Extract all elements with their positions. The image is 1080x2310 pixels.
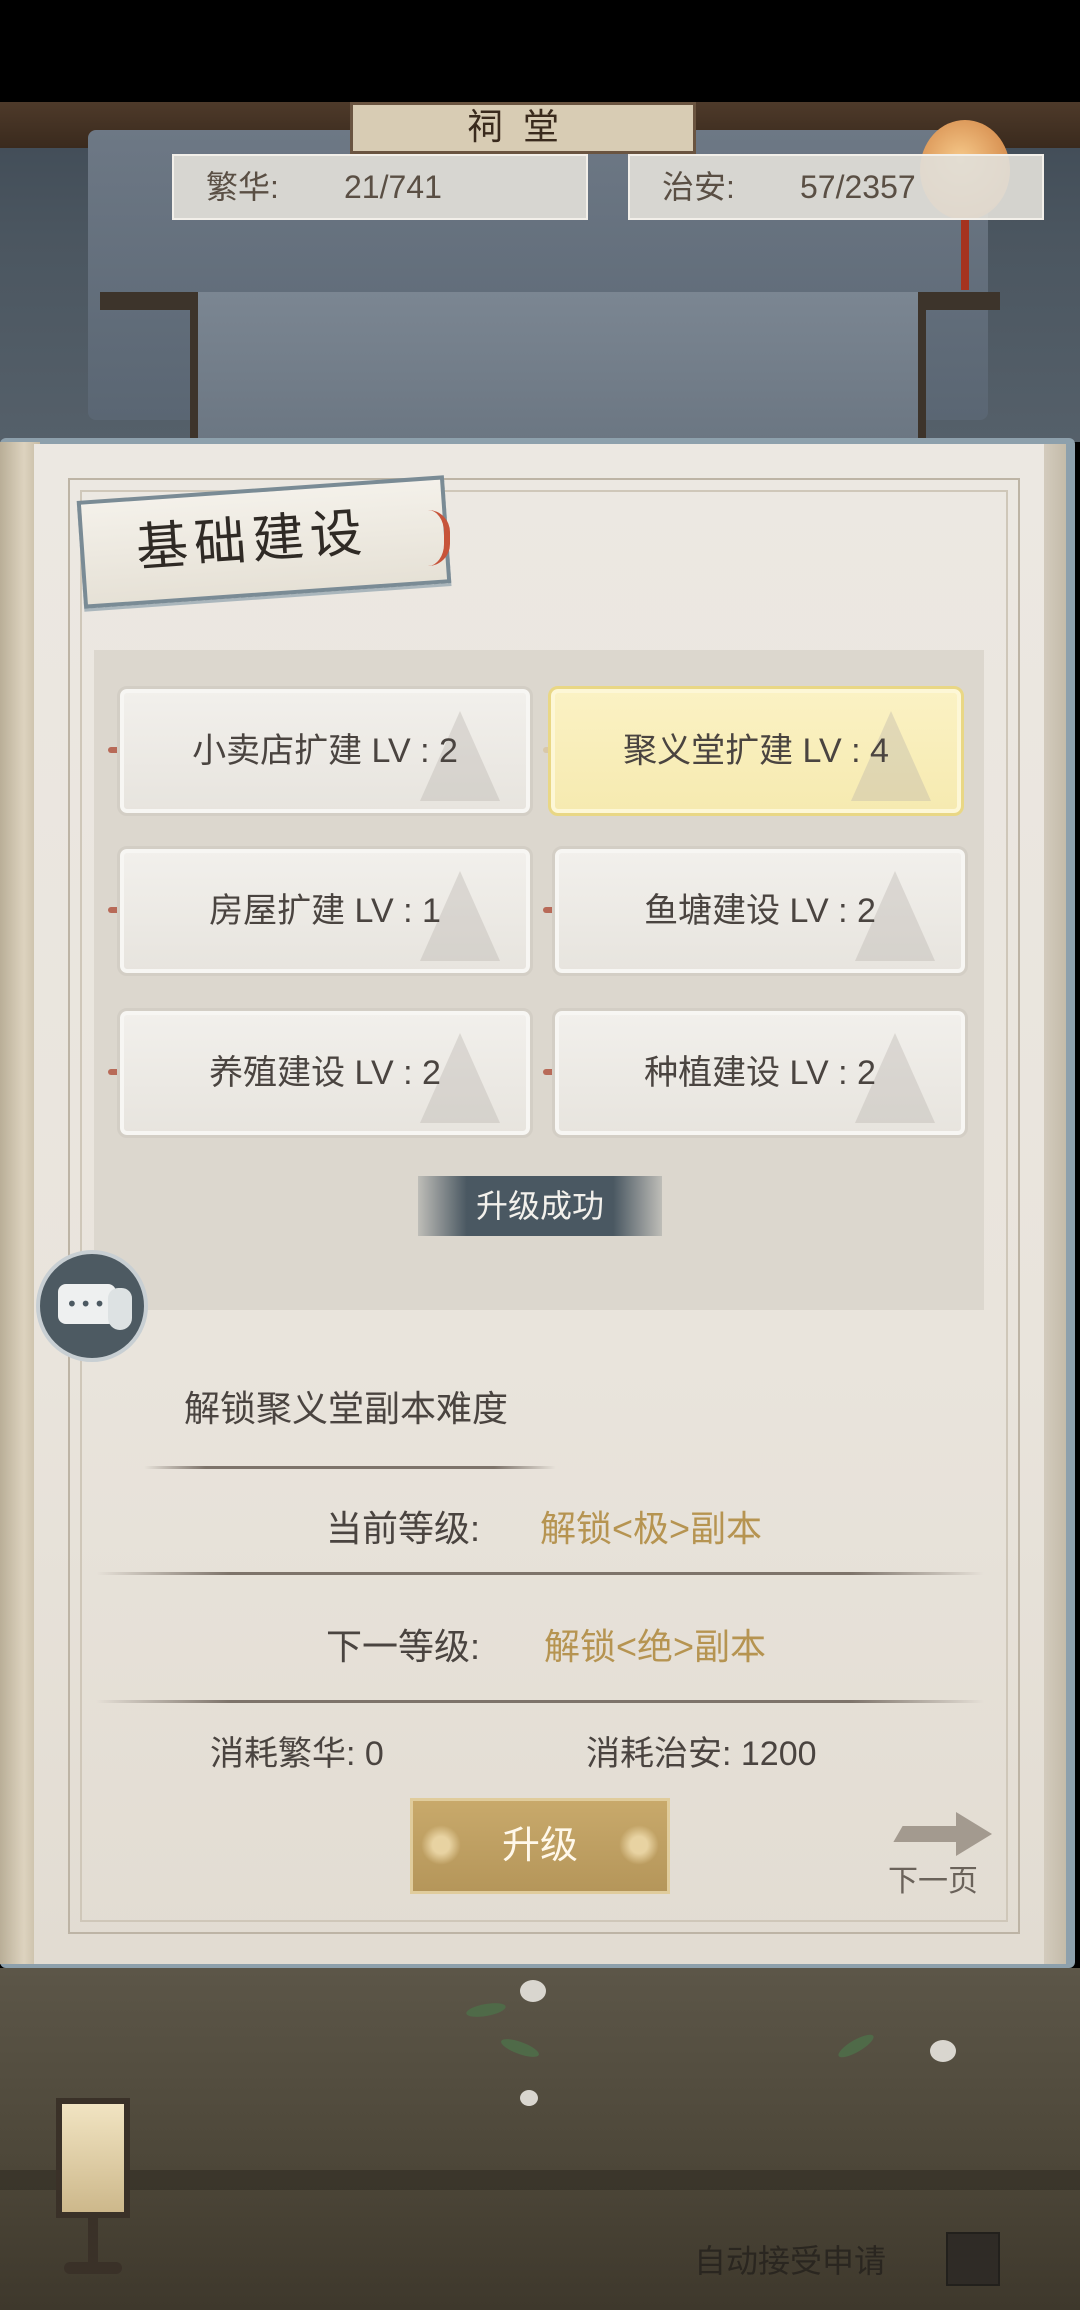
status-bar-area xyxy=(0,0,1080,102)
lantern-tassel xyxy=(961,220,969,290)
detail-title: 解锁聚义堂副本难度 xyxy=(184,1388,509,1429)
building-tile-fishpond[interactable]: 鱼塘建设 LV : 2 xyxy=(552,846,968,976)
security-value: 57/2357 xyxy=(800,169,916,205)
next-page-label: 下一页 xyxy=(888,1865,978,1898)
divider xyxy=(96,1572,984,1575)
cost-security: 消耗治安: 1200 xyxy=(586,1735,817,1773)
hall-curtain xyxy=(190,292,926,442)
page-edge xyxy=(1044,444,1066,1964)
building-label: 养殖建设 LV : 2 xyxy=(209,1054,441,1092)
upgrade-success-toast: 升级成功 xyxy=(418,1176,662,1236)
lamp-pole xyxy=(88,2218,98,2266)
upgrade-label: 升级 xyxy=(501,1825,578,1867)
next-page-button[interactable]: 下一页 xyxy=(888,1812,998,1898)
lamp-icon xyxy=(56,2098,130,2218)
flower-icon xyxy=(619,1825,659,1865)
building-label: 种植建设 LV : 2 xyxy=(644,1054,876,1092)
prosperity-stat: 繁华: 21/741 xyxy=(172,154,588,220)
petal-icon xyxy=(520,2090,538,2106)
petal-icon xyxy=(930,2040,956,2062)
current-level-label: 当前等级: xyxy=(326,1508,481,1549)
next-level-value: 解锁<绝>副本 xyxy=(544,1626,767,1667)
current-level-value: 解锁<极>副本 xyxy=(540,1508,763,1549)
building-label: 鱼塘建设 LV : 2 xyxy=(644,892,876,930)
prosperity-value: 21/741 xyxy=(344,169,442,205)
building-tile-hall[interactable]: 聚义堂扩建 LV : 4 xyxy=(548,686,964,816)
building-tile-breeding[interactable]: 养殖建设 LV : 2 xyxy=(117,1008,533,1138)
chat-button[interactable]: ••• xyxy=(36,1250,148,1362)
lamp-base xyxy=(64,2262,122,2274)
building-label: 小卖店扩建 LV : 2 xyxy=(192,732,458,770)
floor xyxy=(0,1968,1080,2310)
petal-icon xyxy=(520,1980,546,2002)
divider xyxy=(96,1700,984,1703)
security-stat: 治安: 57/2357 xyxy=(628,154,1044,220)
cost-prosperity: 消耗繁华: 0 xyxy=(210,1735,384,1773)
background-scene: 祠堂 xyxy=(0,102,1080,442)
building-tile-house[interactable]: 房屋扩建 LV : 1 xyxy=(117,846,533,976)
prosperity-label: 繁华: xyxy=(206,169,279,205)
building-tile-shop[interactable]: 小卖店扩建 LV : 2 xyxy=(117,686,533,816)
divider xyxy=(144,1466,556,1469)
arrow-head-icon xyxy=(956,1812,992,1856)
building-tile-planting[interactable]: 种植建设 LV : 2 xyxy=(552,1008,968,1138)
gourd-icon xyxy=(108,1288,132,1330)
building-label: 聚义堂扩建 LV : 4 xyxy=(623,732,889,770)
flower-icon xyxy=(421,1825,461,1865)
auto-accept-checkbox[interactable] xyxy=(946,2232,1000,2286)
hall-sign: 祠堂 xyxy=(350,102,696,154)
ellipsis-icon: ••• xyxy=(66,1292,108,1316)
security-label: 治安: xyxy=(662,169,735,205)
upgrade-button[interactable]: 升级 xyxy=(410,1798,670,1894)
auto-accept-label: 自动接受申请 xyxy=(694,2243,887,2279)
building-label: 房屋扩建 LV : 1 xyxy=(209,892,441,930)
next-level-label: 下一等级: xyxy=(326,1626,481,1667)
floor-seam xyxy=(0,2170,1080,2190)
